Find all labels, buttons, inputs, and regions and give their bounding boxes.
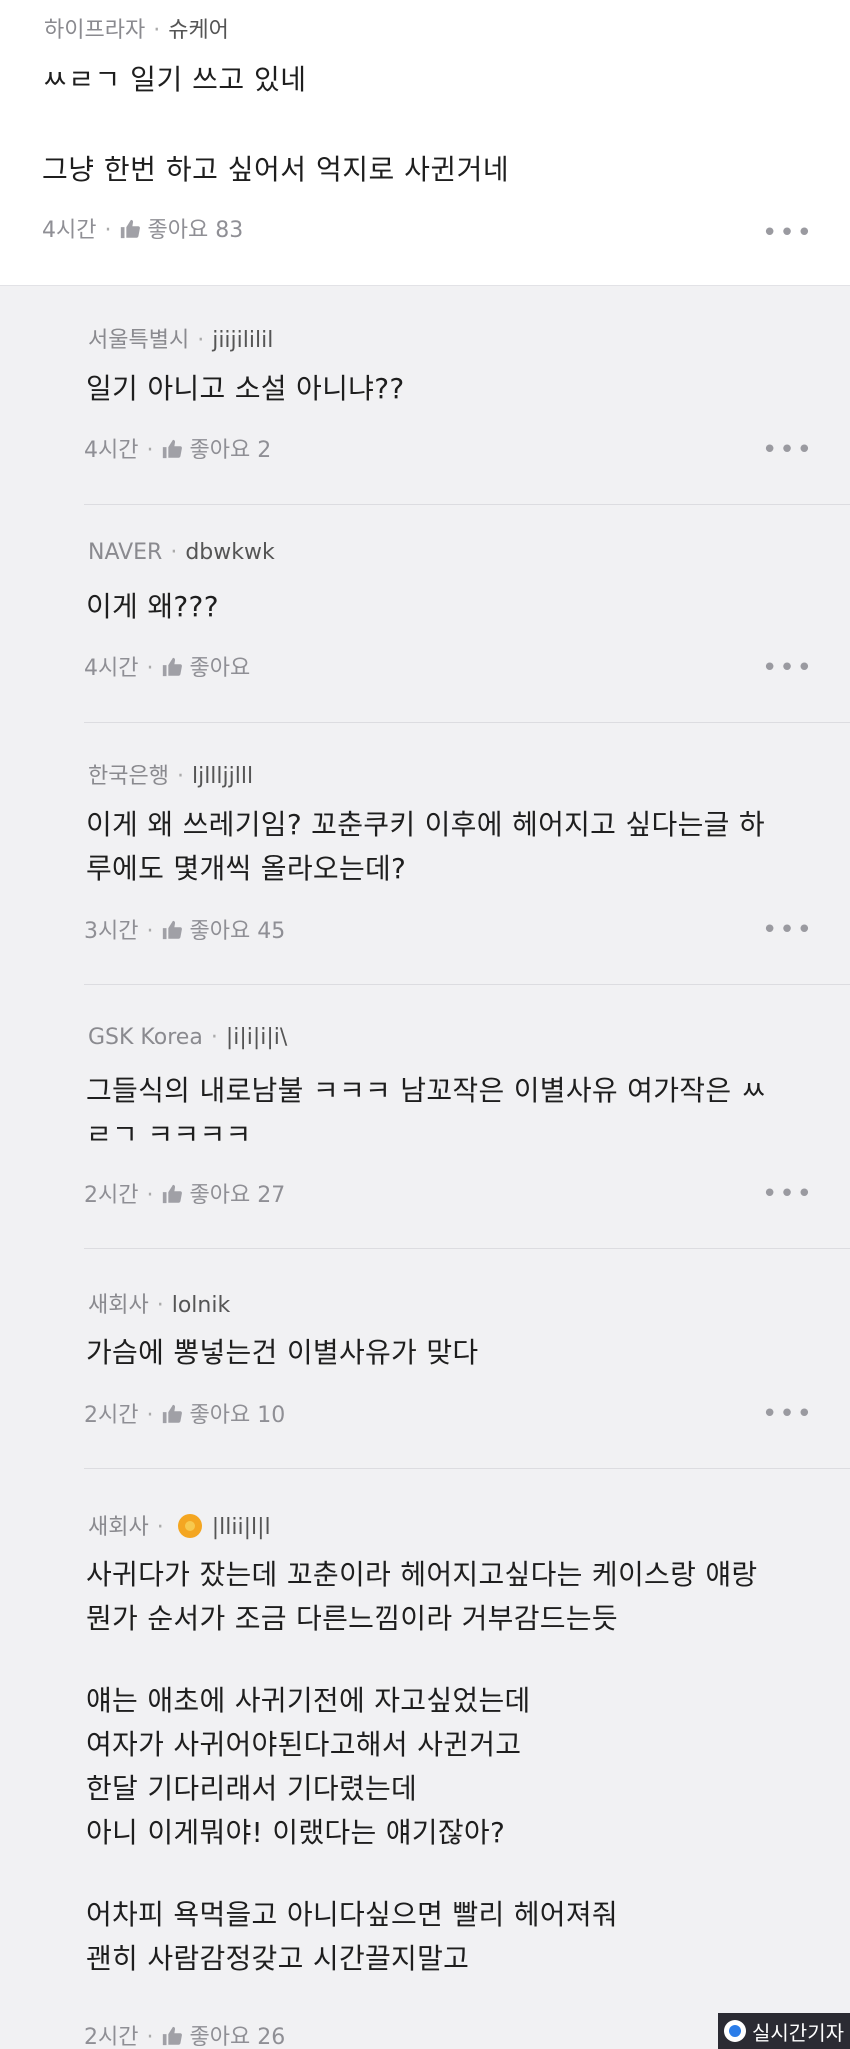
comment-text-line: 루에도 몇개씩 올라오는데? [86, 852, 407, 885]
like-count: 좋아요 [189, 656, 251, 681]
comment-nickname[interactable]: |llii|l|l [212, 1515, 271, 1540]
like-count: 좋아요 26 [189, 2025, 286, 2049]
comment-time: 4시간 [84, 656, 139, 681]
like-count: 좋아요 2 [189, 438, 272, 463]
like-count: 좋아요 83 [147, 218, 244, 243]
comment-text-line: 어차피 욕먹을고 아니다싶으면 빨리 헤어져줘 [86, 1898, 618, 1931]
comment-source: 한국은행 [88, 764, 169, 789]
comment-text-line: 그냥 한번 하고 싶어서 억지로 사귄거네 [42, 153, 510, 186]
more-options-icon[interactable]: ••• [762, 915, 814, 945]
watermark: 실시간기자 [718, 2013, 850, 2049]
like-button[interactable]: 좋아요 45 [161, 919, 285, 944]
more-options-icon[interactable]: ••• [762, 653, 814, 683]
comment-footer: 4시간 · 좋아요 83 [42, 218, 244, 243]
comment-time: 4시간 [84, 438, 139, 463]
thumbs-up-icon [121, 219, 141, 239]
more-options-icon[interactable]: ••• [762, 1179, 814, 1209]
comment-meta: 새회사 · |llii|l|l [88, 1514, 271, 1540]
comment-meta: GSK Korea · |i|i|i|i\ [88, 1025, 288, 1050]
thumbs-up-icon [163, 920, 183, 940]
more-options-icon[interactable]: ••• [762, 218, 814, 248]
comment-meta: 서울특별시 · jiijililil [88, 328, 274, 353]
comment-source: NAVER [88, 540, 163, 565]
comment-text-line: 이게 왜 쓰레기임? 꼬춘쿠키 이후에 헤어지고 싶다는글 하 [86, 808, 765, 841]
comment-nickname[interactable]: 슈케어 [168, 18, 229, 43]
comment-source: 새회사 [88, 1515, 149, 1540]
thumbs-up-icon [163, 1184, 183, 1204]
like-count: 좋아요 10 [189, 1403, 286, 1428]
comment-footer: 4시간 · 좋아요 [84, 656, 251, 681]
thumbs-up-icon [163, 1404, 183, 1424]
user-badge-icon [177, 1514, 202, 1538]
thumbs-up-icon [163, 2026, 183, 2046]
comment-nickname[interactable]: ljllljjlll [192, 764, 253, 789]
watermark-label: 실시간기자 [752, 2020, 844, 2045]
comment-text-line: 뭔가 순서가 조금 다른느낌이라 거부감드는듯 [86, 1602, 618, 1635]
comment-nickname[interactable]: |i|i|i|i\ [226, 1025, 288, 1050]
like-button[interactable]: 좋아요 [161, 656, 250, 681]
comment-text-line: 사귀다가 잤는데 꼬춘이라 헤어지고싶다는 케이스랑 얘랑 [86, 1558, 758, 1591]
reply-comment: 서울특별시 · jiijililil 일기 아니고 소설 아니냐?? 4시간 · 좋아요… [84, 287, 850, 505]
more-options-icon[interactable]: ••• [762, 435, 814, 465]
comment-footer: 2시간 · 좋아요 26 [84, 2025, 286, 2049]
like-button[interactable]: 좋아요 27 [161, 1183, 285, 1208]
reply-comment: 새회사 · |llii|l|l 사귀다가 잤는데 꼬춘이라 헤어지고싶다는 케이스랑… [84, 1469, 850, 2049]
comment-text-line: 괜히 사람감정갖고 시간끌지말고 [86, 1942, 470, 1975]
reply-comment: GSK Korea · |i|i|i|i\ 그들식의 내로남불 ㅋㅋㅋ 남꼬작은 이… [84, 985, 850, 1249]
like-button[interactable]: 좋아요 26 [161, 2025, 285, 2049]
comment-meta: NAVER · dbwkwk [88, 540, 275, 565]
comment-text-line: 일기 아니고 소설 아니냐?? [86, 372, 405, 405]
comment-time: 3시간 [84, 919, 139, 944]
comment-source: 서울특별시 [88, 328, 190, 353]
watermark-logo-icon [724, 2020, 746, 2042]
comment-meta: 한국은행 · ljllljjlll [88, 764, 254, 789]
like-button[interactable]: 좋아요 10 [161, 1403, 285, 1428]
comment-source: 하이프라자 [44, 18, 146, 43]
comment-time: 4시간 [42, 218, 97, 243]
comment-nickname[interactable]: jiijililil [212, 328, 273, 353]
comment-text-line: 가슴에 뽕넣는건 이별사유가 맞다 [86, 1336, 479, 1369]
comment-time: 2시간 [84, 2025, 139, 2049]
comment-time: 2시간 [84, 1183, 139, 1208]
reply-comment: 한국은행 · ljllljjlll 이게 왜 쓰레기임? 꼬춘쿠키 이후에 헤어지고… [84, 723, 850, 985]
like-count: 좋아요 27 [189, 1183, 286, 1208]
comment-text-line: ㅆㄹㄱ 일기 쓰고 있네 [42, 63, 307, 96]
comment-text-line: 그들식의 내로남불 ㅋㅋㅋ 남꼬작은 이별사유 여가작은 ㅆ [86, 1074, 767, 1107]
comment-text-line: ㄹㄱ ㅋㅋㅋㅋ [86, 1118, 252, 1151]
comment-footer: 4시간 · 좋아요 2 [84, 438, 272, 463]
comment-source: GSK Korea [88, 1025, 203, 1050]
comment-text-line: 여자가 사귀어야된다고해서 사귄거고 [86, 1728, 522, 1761]
comment-footer: 3시간 · 좋아요 45 [84, 919, 286, 944]
comment-text-line: 얘는 애초에 사귀기전에 자고싶었는데 [86, 1684, 531, 1717]
reply-comment: 새회사 · lolnik 가슴에 뽕넣는건 이별사유가 맞다 2시간 · 좋아요 10 … [84, 1249, 850, 1469]
like-count: 좋아요 45 [189, 919, 286, 944]
comment-meta: 하이프라자 · 슈케어 [44, 18, 229, 43]
comment-text-line: 아니 이게뭐야! 이랬다는 얘기잖아? [86, 1816, 506, 1849]
more-options-icon[interactable]: ••• [762, 1399, 814, 1429]
like-button[interactable]: 좋아요 2 [161, 438, 271, 463]
like-button[interactable]: 좋아요 83 [119, 218, 243, 243]
comment-footer: 2시간 · 좋아요 27 [84, 1183, 286, 1208]
comment-nickname[interactable]: dbwkwk [185, 540, 274, 565]
reply-comment: NAVER · dbwkwk 이게 왜??? 4시간 · 좋아요 ••• [84, 505, 850, 723]
comment-source: 새회사 [88, 1293, 149, 1318]
thumbs-up-icon [163, 439, 183, 459]
thumbs-up-icon [163, 657, 183, 677]
comment-text-line: 이게 왜??? [86, 590, 219, 623]
comment-time: 2시간 [84, 1403, 139, 1428]
comment-meta: 새회사 · lolnik [88, 1293, 231, 1318]
comment-footer: 2시간 · 좋아요 10 [84, 1403, 286, 1428]
comment-text-line: 한달 기다리래서 기다렸는데 [86, 1772, 418, 1805]
top-comment: 하이프라자 · 슈케어 ㅆㄹㄱ 일기 쓰고 있네 그냥 한번 하고 싶어서 억지로 … [0, 0, 850, 286]
comment-nickname[interactable]: lolnik [172, 1293, 230, 1318]
